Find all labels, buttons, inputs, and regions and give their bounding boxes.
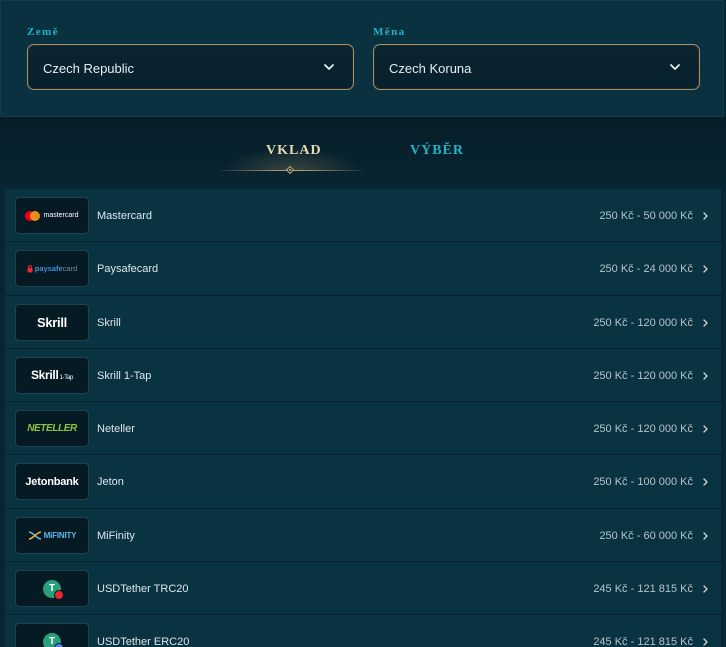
payment-method-range: 250 Kč - 120 000 Kč bbox=[593, 316, 693, 329]
payment-method-name: USDTether TRC20 bbox=[97, 583, 189, 596]
mifinity-x-icon bbox=[28, 531, 41, 540]
jeton-logo-text: Jetonbank bbox=[25, 475, 79, 488]
chevron-right-icon bbox=[703, 532, 708, 540]
payment-method-range: 250 Kč - 120 000 Kč bbox=[593, 423, 693, 436]
filters-panel: Země Czech Republic Měna Czech Koruna bbox=[0, 0, 724, 117]
skrill-logo: Skrill bbox=[15, 303, 89, 341]
chevron-right-icon bbox=[703, 638, 708, 647]
chevron-right-icon bbox=[703, 372, 708, 380]
mifinity-logo-text: MiFINITY bbox=[43, 530, 77, 540]
mastercard-logo-text: mastercard bbox=[43, 212, 79, 219]
chevron-right-icon bbox=[703, 425, 708, 433]
chevron-right-icon bbox=[703, 478, 708, 487]
payment-method-range: 250 Kč - 100 000 Kč bbox=[593, 476, 693, 489]
chevron-down-icon bbox=[670, 64, 680, 70]
payment-method-mastercard[interactable]: mastercard Mastercard 250 Kč - 50 000 Kč bbox=[5, 189, 721, 243]
chevron-down-icon bbox=[324, 64, 334, 70]
payment-method-name: Paysafecard bbox=[97, 263, 159, 276]
payment-method-name: Jeton bbox=[97, 476, 124, 489]
payment-method-skrill-1-tap[interactable]: Skrill1-Tap Skrill 1-Tap 250 Kč - 120 00… bbox=[5, 348, 721, 403]
payment-methods-page: Země Czech Republic Měna Czech Koruna VK… bbox=[0, 0, 726, 647]
transaction-tabs: VKLAD VÝBĚR bbox=[0, 117, 726, 189]
skrill-1-tap-logo-text: Skrill1-Tap bbox=[31, 368, 73, 382]
trc20-badge-icon bbox=[54, 589, 64, 600]
chevron-right-icon bbox=[703, 318, 708, 327]
payment-method-range: 245 Kč - 121 815 Kč bbox=[593, 583, 693, 596]
payment-method-name: Neteller bbox=[97, 423, 135, 436]
paysafecard-logo-sub: card bbox=[62, 264, 78, 274]
currency-select[interactable]: Czech Koruna bbox=[373, 44, 700, 90]
country-label: Země bbox=[27, 26, 59, 38]
payment-method-range: 250 Kč - 60 000 Kč bbox=[599, 529, 693, 542]
tab-deposit[interactable]: VKLAD bbox=[266, 143, 322, 159]
erc20-badge-icon bbox=[54, 642, 64, 647]
chevron-right-icon bbox=[703, 585, 708, 593]
mastercard-logo: mastercard bbox=[15, 197, 89, 234]
payment-method-neteller[interactable]: NETELLER Neteller 250 Kč - 120 000 Kč bbox=[5, 402, 721, 456]
skrill-1-tap-logo-main: Skrill bbox=[30, 368, 59, 383]
payment-method-usdtether-trc20[interactable]: T USDTether TRC20 245 Kč - 121 815 Kč bbox=[5, 562, 721, 616]
paysafecard-logo: paysafecard bbox=[15, 250, 89, 288]
usdtether-erc20-logo: T bbox=[15, 623, 89, 647]
chevron-right-icon bbox=[703, 265, 708, 273]
payment-method-skrill[interactable]: Skrill Skrill 250 Kč - 120 000 Kč bbox=[5, 295, 721, 349]
skrill-1-tap-logo: Skrill1-Tap bbox=[15, 356, 89, 394]
payment-method-range: 250 Kč - 50 000 Kč bbox=[599, 210, 693, 222]
tab-withdraw[interactable]: VÝBĚR bbox=[410, 143, 464, 159]
usdtether-trc20-logo: T bbox=[15, 570, 89, 608]
active-tab-diamond-icon bbox=[286, 166, 294, 174]
payment-method-mifinity[interactable]: MiFINITY MiFinity 250 Kč - 60 000 Kč bbox=[5, 508, 721, 563]
jeton-logo: Jetonbank bbox=[15, 463, 89, 501]
paysafecard-logo-main: paysafe bbox=[34, 264, 63, 274]
currency-label: Měna bbox=[373, 26, 406, 38]
country-select-value: Czech Republic bbox=[43, 61, 135, 76]
payment-method-jeton[interactable]: Jetonbank Jeton 250 Kč - 100 000 Kč bbox=[5, 455, 721, 509]
payment-method-name: Skrill bbox=[97, 316, 121, 329]
country-select[interactable]: Czech Republic bbox=[27, 44, 354, 90]
currency-select-value: Czech Koruna bbox=[389, 61, 472, 76]
mifinity-logo: MiFINITY bbox=[15, 516, 89, 554]
payment-method-name: Mastercard bbox=[97, 210, 153, 222]
payment-method-paysafecard[interactable]: paysafecard Paysafecard 250 Kč - 24 000 … bbox=[5, 242, 721, 296]
payment-method-range: 250 Kč - 24 000 Kč bbox=[599, 263, 693, 276]
payment-method-usdtether-erc20[interactable]: T USDTether ERC20 245 Kč - 121 815 Kč bbox=[5, 615, 721, 647]
payment-method-name: Skrill 1-Tap bbox=[97, 369, 152, 382]
skrill-1-tap-logo-sub: 1-Tap bbox=[59, 375, 74, 382]
payment-method-range: 245 Kč - 121 815 Kč bbox=[593, 636, 693, 647]
payment-method-name: MiFinity bbox=[97, 529, 135, 542]
tether-icon: T bbox=[43, 632, 64, 647]
chevron-right-icon bbox=[703, 212, 708, 220]
skrill-logo-text: Skrill bbox=[37, 314, 67, 330]
neteller-logo: NETELLER bbox=[15, 410, 89, 448]
neteller-logo-text: NETELLER bbox=[27, 423, 77, 435]
payment-method-range: 250 Kč - 120 000 Kč bbox=[593, 369, 693, 382]
mastercard-circles-icon bbox=[25, 210, 41, 221]
payment-method-name: USDTether ERC20 bbox=[97, 636, 190, 647]
payment-method-list: mastercard Mastercard 250 Kč - 50 000 Kč… bbox=[5, 189, 721, 647]
paysafecard-lock-icon bbox=[27, 264, 33, 273]
paysafecard-logo-text: paysafecard bbox=[35, 264, 78, 273]
tether-icon: T bbox=[43, 579, 64, 600]
